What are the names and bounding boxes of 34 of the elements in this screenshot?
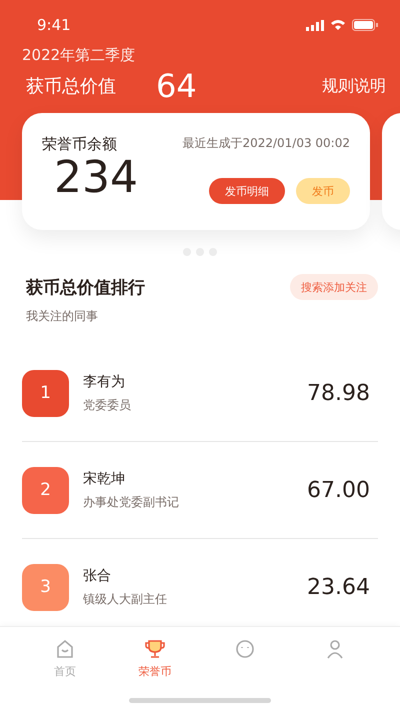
signal-icon (306, 20, 324, 30)
colleague-name: 张合 (83, 566, 112, 584)
tab-item[interactable]: 荣誉币 (110, 627, 200, 679)
coin-value: 67.00 (307, 478, 370, 502)
rank-badge: 2 (22, 466, 69, 514)
battery-icon (352, 19, 378, 31)
total-value: 64 (156, 67, 197, 105)
add-follow-button[interactable]: 搜索添加关注 (290, 274, 378, 300)
section-title: 获币总价值排行 (26, 276, 145, 298)
tab-item[interactable]: 首页 (20, 627, 110, 679)
coin-value: 78.98 (307, 380, 370, 406)
status-time: 9:41 (37, 16, 71, 34)
details-button[interactable]: 发币明细 (209, 178, 285, 204)
rules-link[interactable]: 规则说明 (322, 76, 386, 96)
colleague-name: 宋乾坤 (83, 470, 126, 488)
updated-time: 最近生成于2022/01/03 00:02 (182, 135, 350, 152)
home-icon (55, 639, 75, 659)
coin-value: 23.64 (307, 574, 370, 600)
colleague-position: 党委委员 (83, 396, 131, 414)
colleague-position: 镇级人大副主任 (83, 590, 167, 608)
colleague-name: 李有为 (83, 372, 126, 390)
total-label: 获币总价值 (26, 75, 117, 98)
trophy-icon (144, 639, 166, 659)
card-title: 荣誉币余额 (42, 135, 118, 154)
balance-amount: 234 (54, 156, 138, 200)
rank-badge: 1 (22, 370, 69, 416)
period-label: 2022年第二季度 (22, 46, 136, 65)
person-icon (325, 639, 345, 659)
wifi-icon (330, 19, 346, 31)
face-icon (235, 639, 255, 659)
section-subtitle: 我关注的同事 (26, 308, 99, 325)
colleague-position: 办事处党委副书记 (83, 494, 179, 510)
issue-button[interactable]: 发币 (296, 178, 350, 204)
rank-badge: 3 (22, 564, 69, 610)
